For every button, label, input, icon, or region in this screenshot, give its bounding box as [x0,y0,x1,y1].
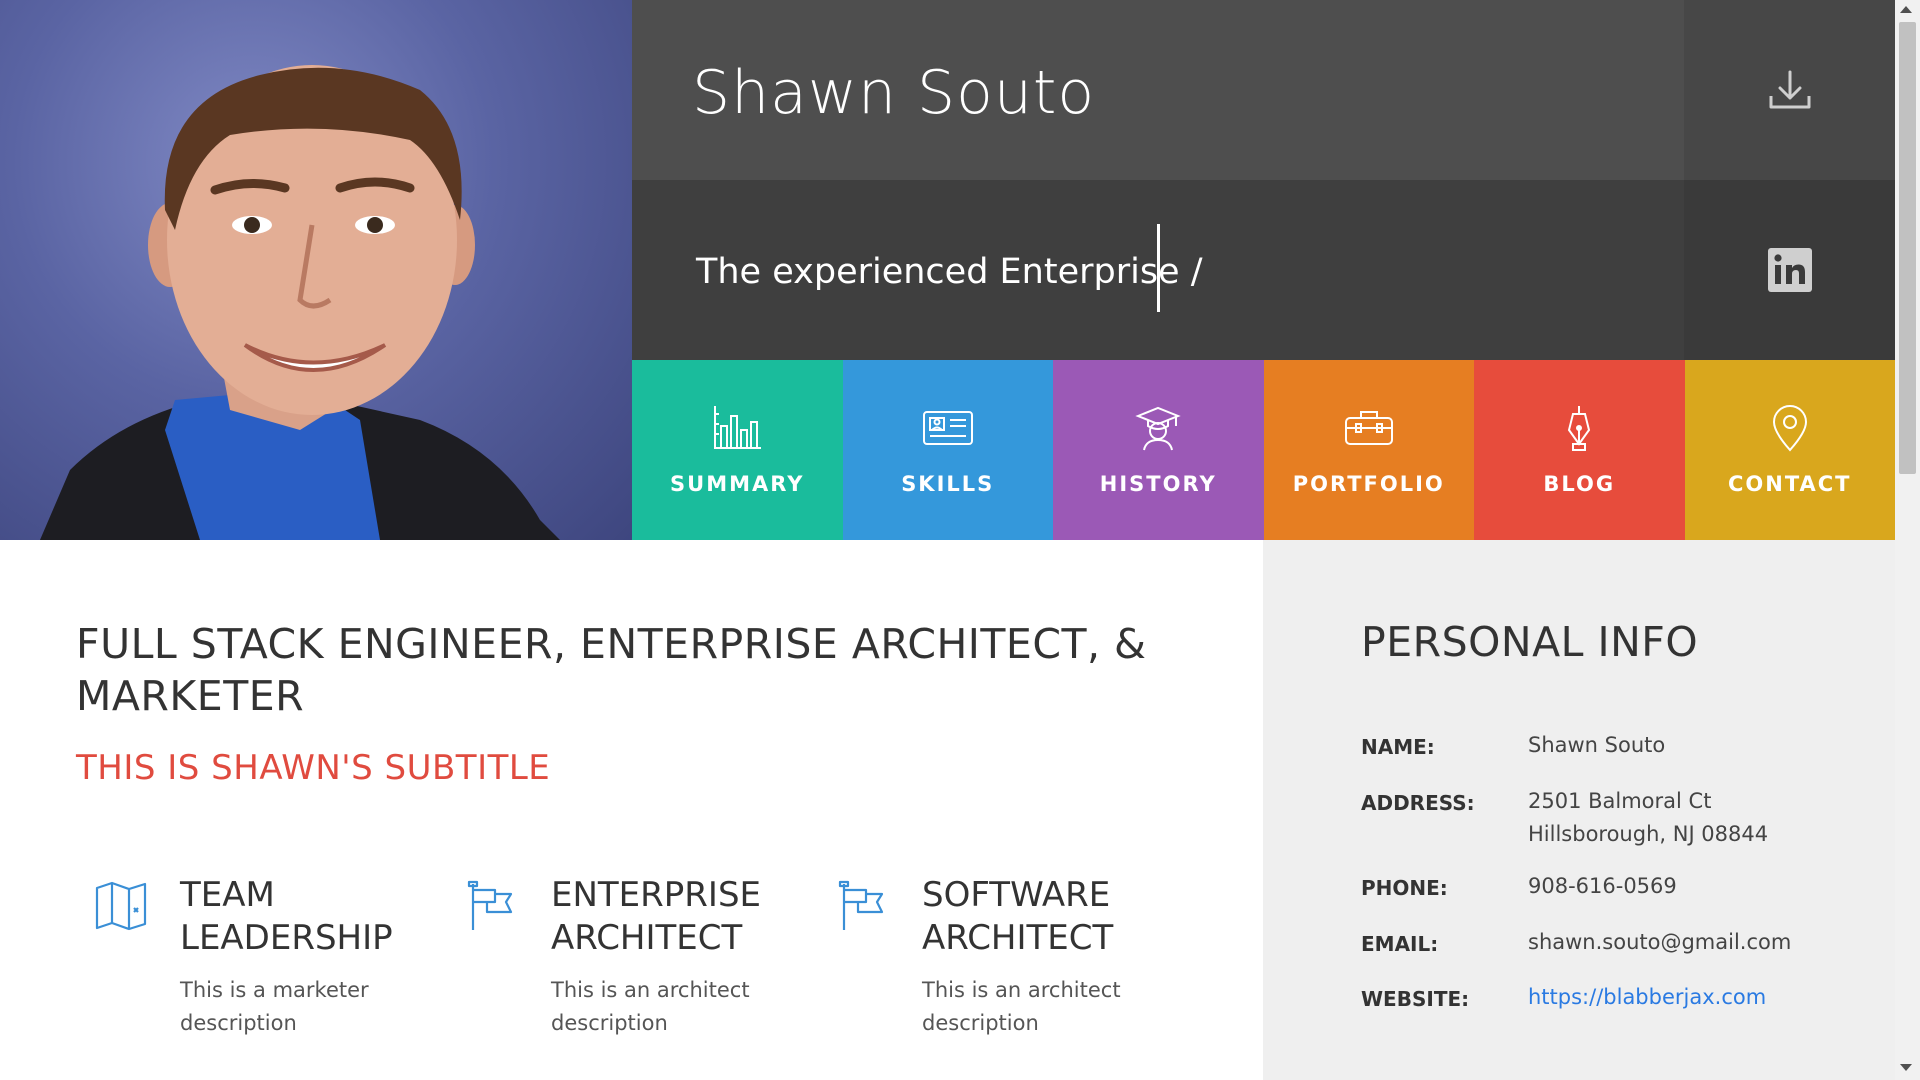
download-icon [1769,70,1810,109]
section-nav: SUMMARY SKILLS HISTORY PORTFOLIO BLOG CO… [632,360,1895,540]
nav-blog-label: BLOG [1543,472,1616,496]
profile-photo-illustration [40,65,560,540]
nav-summary-label: SUMMARY [670,472,805,496]
info-value: Shawn Souto [1528,733,1666,757]
flag-icon [467,880,513,930]
briefcase-icon [1344,411,1393,445]
website-link[interactable]: https://blabberjax.com [1528,981,1868,1014]
download-resume-button[interactable] [1684,0,1895,180]
typing-tagline: The experienced Enterprise / [696,252,1203,292]
typing-cursor [1157,224,1160,312]
nav-portfolio[interactable]: PORTFOLIO [1263,360,1474,540]
map-pin-icon [1772,405,1807,452]
feature-title: SOFTWARE ARCHITECT [922,875,1114,958]
map-icon [95,881,147,931]
info-label: WEBSITE: [1361,987,1470,1011]
nav-history[interactable]: HISTORY [1053,360,1264,540]
id-card-icon [922,411,973,445]
feature-description: This is an architect description [551,978,750,1035]
info-value: shawn.souto@gmail.com [1528,930,1792,954]
address-line-2: Hillsborough, NJ 08844 [1528,822,1769,846]
scroll-up-arrow[interactable] [1900,6,1912,13]
nav-blog[interactable]: BLOG [1474,360,1685,540]
bar-chart-icon [714,406,762,449]
scrollbar-thumb[interactable] [1899,22,1916,474]
nav-contact-label: CONTACT [1727,472,1852,496]
feature-title: ENTERPRISE ARCHITECT [551,875,762,958]
feature-title: TEAM LEADERSHIP [180,875,393,958]
address-line-1: 2501 Balmoral Ct [1528,789,1712,813]
personal-info-title: PERSONAL INFO [1361,618,1699,666]
info-label: NAME: [1361,735,1435,759]
pen-nib-icon [1568,406,1591,451]
linkedin-icon [1767,248,1812,292]
info-label: EMAIL: [1361,932,1439,956]
nav-history-label: HISTORY [1099,472,1217,496]
profile-name: Shawn Souto [692,58,1096,128]
nav-skills[interactable]: SKILLS [842,360,1053,540]
feature-description: This is an architect description [922,978,1121,1035]
info-value: 908-616-0569 [1528,874,1677,898]
nav-portfolio-label: PORTFOLIO [1292,472,1445,496]
flag-icon [838,880,884,930]
info-label: ADDRESS: [1361,791,1475,815]
nav-summary[interactable]: SUMMARY [632,360,843,540]
feature-description: This is a marketer description [180,978,369,1035]
info-label: PHONE: [1361,876,1448,900]
page-subtitle: THIS IS SHAWN'S SUBTITLE [76,748,551,788]
linkedin-button[interactable] [1684,180,1895,360]
nav-skills-label: SKILLS [901,472,995,496]
graduate-icon [1135,406,1181,451]
profile-photo [0,0,632,540]
nav-contact[interactable]: CONTACT [1684,360,1895,540]
info-value: 2501 Balmoral Ct Hillsborough, NJ 08844 [1528,785,1868,851]
page-title: FULL STACK ENGINEER, ENTERPRISE ARCHITEC… [76,620,1147,720]
scroll-down-arrow[interactable] [1900,1064,1912,1071]
